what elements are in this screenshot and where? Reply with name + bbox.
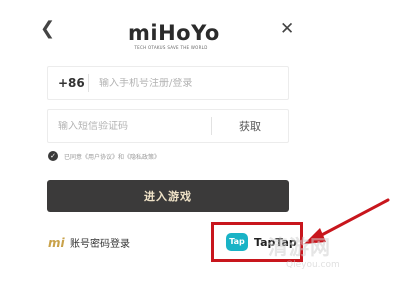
get-code-button[interactable]: 获取 bbox=[212, 118, 288, 134]
logo-tagline: TECH OTAKUS SAVE THE WORLD bbox=[134, 45, 208, 50]
phone-input[interactable] bbox=[89, 77, 288, 89]
country-code[interactable]: +86 bbox=[48, 76, 88, 90]
taptap-label: TapTap bbox=[254, 235, 297, 249]
close-icon[interactable]: ✕ bbox=[280, 19, 298, 39]
back-icon[interactable]: ❮ bbox=[40, 18, 58, 40]
taptap-icon: Tap bbox=[226, 233, 248, 251]
agreement-row: ✓ 已同意《用户协议》和《隐私政策》 bbox=[48, 151, 160, 161]
agreement-checkbox[interactable]: ✓ bbox=[48, 151, 58, 161]
phone-field[interactable]: +86 bbox=[47, 66, 289, 100]
agreement-text[interactable]: 已同意《用户协议》和《隐私政策》 bbox=[64, 152, 160, 161]
logo-text: miHoYo bbox=[128, 21, 220, 45]
enter-game-button[interactable]: 进入游戏 bbox=[47, 180, 289, 212]
mihoyo-logo: miHoYo TECH OTAKUS SAVE THE WORLD bbox=[128, 21, 220, 50]
sms-code-input[interactable] bbox=[48, 120, 211, 132]
mi-logo-icon: mi bbox=[48, 235, 65, 250]
annotation-arrow bbox=[304, 198, 390, 244]
password-login-label: 账号密码登录 bbox=[70, 239, 130, 250]
password-login-link[interactable]: mi 账号密码登录 bbox=[48, 235, 130, 251]
taptap-login-button[interactable]: Tap TapTap bbox=[211, 222, 303, 262]
sms-code-field[interactable]: 获取 bbox=[47, 109, 289, 143]
